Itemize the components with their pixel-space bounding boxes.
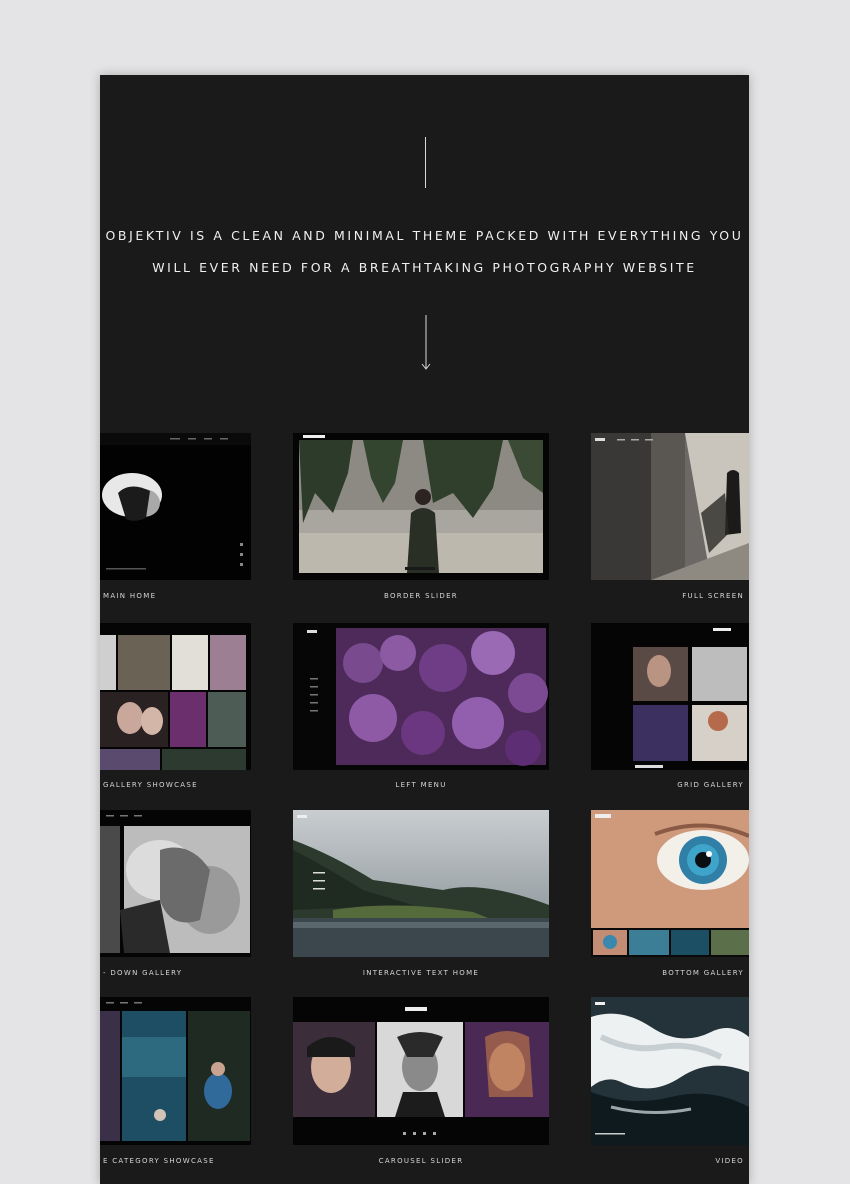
divider-line bbox=[425, 137, 426, 188]
demo-thumb-carousel-slider[interactable] bbox=[293, 997, 549, 1145]
tagline-line-2: WILL EVER NEED FOR A BREATHTAKING PHOTOG… bbox=[152, 260, 697, 275]
tagline-line-1: OBJEKTIV IS A CLEAN AND MINIMAL THEME PA… bbox=[105, 228, 744, 243]
arrow-down-icon[interactable] bbox=[418, 315, 434, 371]
demo-thumb-gallery-showcase[interactable] bbox=[100, 623, 251, 770]
demo-label-scroll-down-gallery[interactable]: - DOWN GALLERY bbox=[103, 969, 182, 977]
demo-label-full-screen[interactable]: FULL SCREEN bbox=[682, 592, 744, 600]
theme-showcase-panel: OBJEKTIV IS A CLEAN AND MINIMAL THEME PA… bbox=[100, 75, 749, 1184]
demo-thumb-left-menu[interactable] bbox=[293, 623, 549, 770]
demo-thumb-video[interactable] bbox=[591, 997, 749, 1145]
demo-label-video[interactable]: VIDEO bbox=[715, 1157, 744, 1165]
demo-label-main-home[interactable]: MAIN HOME bbox=[103, 592, 156, 600]
demo-thumb-grid-gallery[interactable] bbox=[591, 623, 749, 770]
demo-label-interactive-text-home[interactable]: INTERACTIVE TEXT HOME bbox=[293, 969, 549, 977]
demo-thumb-interactive-text-home[interactable] bbox=[293, 810, 549, 957]
demo-label-category-showcase[interactable]: E CATEGORY SHOWCASE bbox=[103, 1157, 215, 1165]
demo-label-grid-gallery[interactable]: GRID GALLERY bbox=[677, 781, 744, 789]
demo-thumb-category-showcase[interactable] bbox=[100, 997, 251, 1145]
demo-thumb-scroll-down-gallery[interactable] bbox=[100, 810, 251, 957]
demo-thumb-full-screen[interactable] bbox=[591, 433, 749, 580]
demo-label-bottom-gallery[interactable]: BOTTOM GALLERY bbox=[662, 969, 744, 977]
demo-label-border-slider[interactable]: BORDER SLIDER bbox=[293, 592, 549, 600]
demo-thumb-main-home[interactable] bbox=[100, 433, 251, 580]
demo-label-gallery-showcase[interactable]: GALLERY SHOWCASE bbox=[103, 781, 198, 789]
demo-label-left-menu[interactable]: LEFT MENU bbox=[293, 781, 549, 789]
demo-thumb-bottom-gallery[interactable] bbox=[591, 810, 749, 957]
demo-label-carousel-slider[interactable]: CAROUSEL SLIDER bbox=[293, 1157, 549, 1165]
demo-thumb-border-slider[interactable] bbox=[293, 433, 549, 580]
